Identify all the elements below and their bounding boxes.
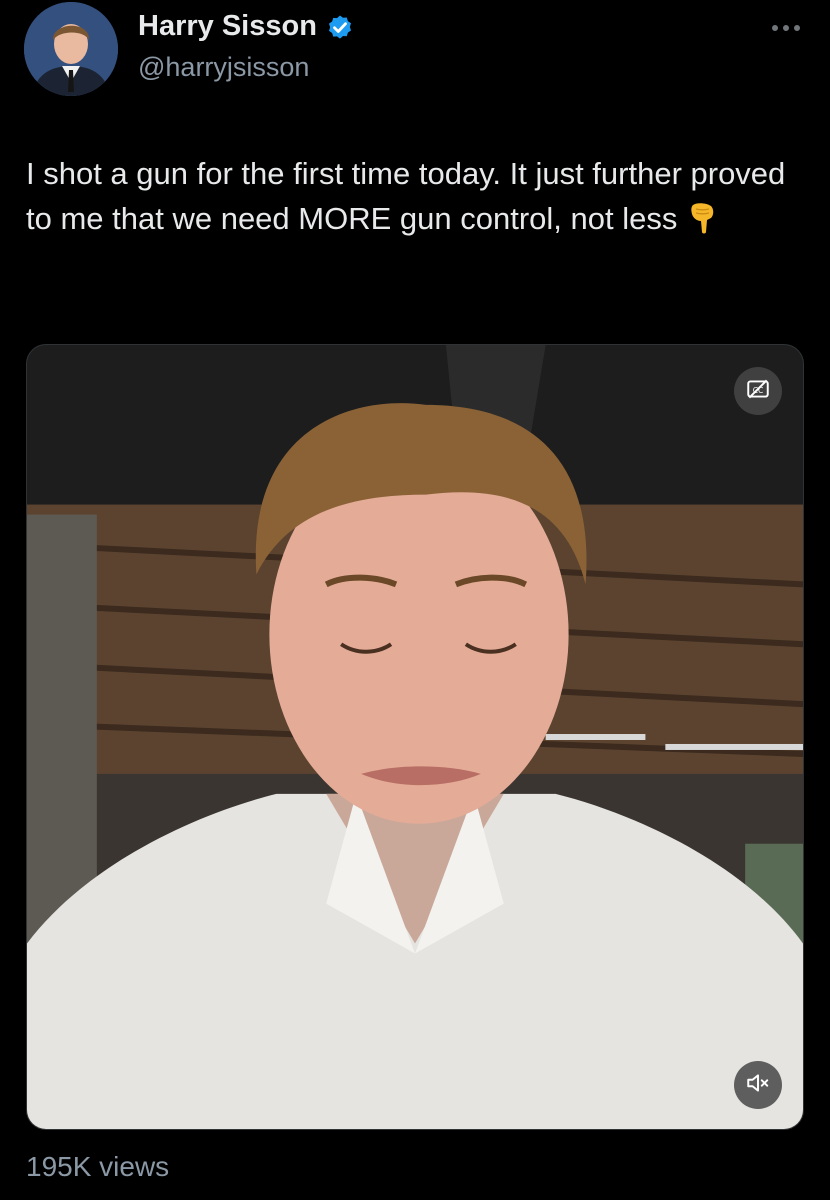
verified-badge-icon xyxy=(325,12,355,42)
more-options-icon[interactable] xyxy=(766,14,806,42)
video-player[interactable]: CC xyxy=(26,344,804,1130)
backhand-index-pointing-down-icon xyxy=(687,201,719,235)
closed-captions-button[interactable]: CC xyxy=(734,367,782,415)
speaker-muted-icon xyxy=(745,1070,771,1101)
author-name-row[interactable]: Harry Sisson xyxy=(138,10,355,43)
unmute-button[interactable] xyxy=(734,1061,782,1109)
view-count: 195K views xyxy=(26,1151,170,1182)
video-frame xyxy=(27,345,803,1129)
author-handle[interactable]: @harryjsisson xyxy=(138,52,309,83)
closed-captions-icon: CC xyxy=(745,376,771,407)
author-name[interactable]: Harry Sisson xyxy=(138,10,317,43)
tweet-text: I shot a gun for the first time today. I… xyxy=(26,156,786,236)
avatar[interactable] xyxy=(24,2,118,96)
tweet-text-container: I shot a gun for the first time today. I… xyxy=(26,151,796,241)
